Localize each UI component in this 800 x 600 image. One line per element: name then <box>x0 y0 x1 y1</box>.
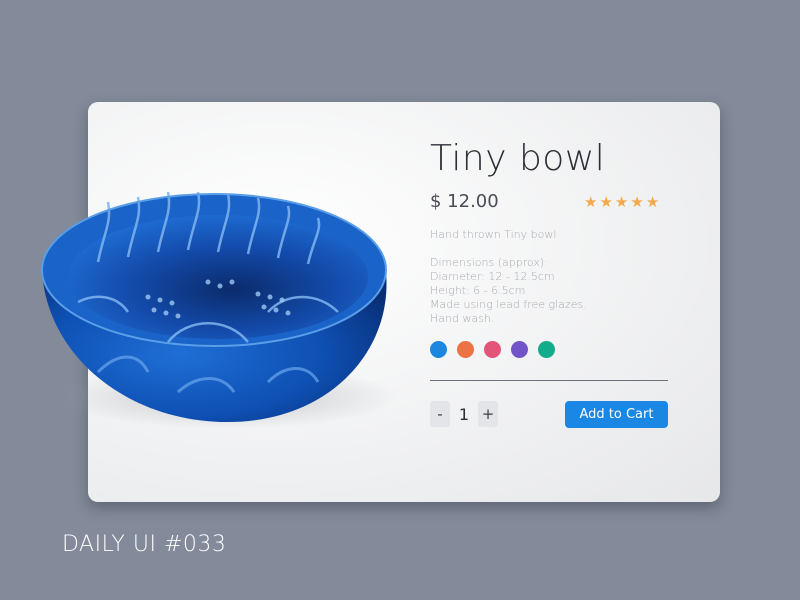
description-line: Made using lead free glazes. <box>430 298 587 311</box>
quantity-stepper: - 1 + <box>430 401 498 427</box>
decrement-button[interactable]: - <box>430 401 450 427</box>
product-title: Tiny bowl <box>430 138 606 179</box>
description-line: Diameter: 12 - 12.5cm <box>430 270 555 283</box>
description-line: Height: 6 - 6.5cm <box>430 284 526 297</box>
star-icon: ★ <box>599 193 613 211</box>
product-description: Hand thrown Tiny bowl Dimensions (approx… <box>430 228 670 326</box>
star-icon: ★ <box>645 193 660 211</box>
divider <box>430 380 668 381</box>
footer-label: DAILY UI #033 <box>62 532 227 557</box>
star-icon: ★ <box>630 193 644 211</box>
color-swatch[interactable] <box>538 341 555 358</box>
description-line: Hand wash. <box>430 312 495 325</box>
description-line: Hand thrown Tiny bowl <box>430 228 557 241</box>
color-swatch[interactable] <box>457 341 474 358</box>
star-icon: ★ <box>584 193 598 211</box>
product-image <box>38 182 398 442</box>
description-line: Dimensions (approx): <box>430 256 548 269</box>
increment-button[interactable]: + <box>478 401 498 427</box>
rating-stars: ★ ★ ★ ★ ★ <box>584 193 659 211</box>
quantity-value: 1 <box>458 404 470 424</box>
color-swatch[interactable] <box>430 341 447 358</box>
color-swatch[interactable] <box>484 341 501 358</box>
add-to-cart-button[interactable]: Add to Cart <box>565 401 668 428</box>
color-swatch[interactable] <box>511 341 528 358</box>
star-icon: ★ <box>614 193 629 211</box>
color-swatches <box>430 341 555 358</box>
product-price: $ 12.00 <box>430 191 499 212</box>
